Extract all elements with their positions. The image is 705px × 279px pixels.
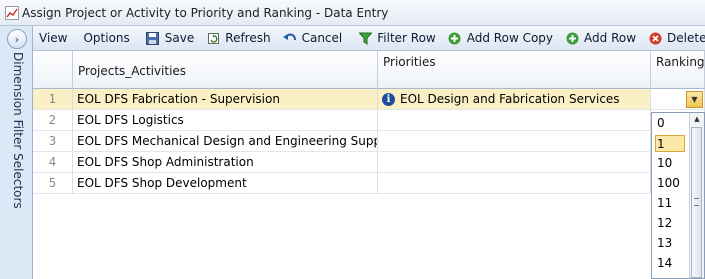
priority-cell[interactable] (378, 131, 651, 152)
plus-circle-icon (448, 31, 462, 45)
toolbar: View Options Save Refresh Cancel Filter … (33, 26, 705, 51)
dropdown-option[interactable]: 14 (656, 255, 686, 272)
dimension-filter-label[interactable]: Dimension Filter Selectors (11, 52, 25, 209)
dimension-filter-label-wrap[interactable]: Dimension Filter Selectors (10, 52, 26, 209)
priority-cell[interactable] (378, 173, 651, 194)
priority-cell[interactable] (378, 152, 651, 173)
project-cell[interactable]: EOL DFS Shop Development (73, 173, 378, 194)
app-chart-icon (5, 5, 19, 20)
filter-row-button[interactable]: Filter Row (352, 28, 442, 49)
add-row-copy-button[interactable]: Add Row Copy (442, 28, 559, 49)
row-number: 5 (33, 173, 73, 194)
table-row[interactable]: 2 EOL DFS Logistics (33, 110, 705, 131)
options-label: Options (83, 31, 130, 45)
options-menu[interactable]: Options (77, 28, 135, 49)
header-projects-label: Projects_Activities (78, 64, 187, 78)
undo-icon (282, 31, 297, 45)
dropdown-option[interactable]: 0 (656, 115, 686, 132)
dropdown-scrollbar[interactable]: ▲ (689, 113, 704, 278)
cancel-button[interactable]: Cancel (277, 28, 349, 49)
row-number: 4 (33, 152, 73, 173)
view-menu[interactable]: View (33, 28, 73, 49)
ranking-dropdown-button[interactable]: ▼ (686, 91, 703, 108)
add-row-button[interactable]: Add Row (559, 28, 642, 49)
grip-icon (694, 198, 699, 206)
filter-row-label: Filter Row (377, 31, 436, 45)
project-cell[interactable]: EOL DFS Shop Administration (73, 152, 378, 173)
row-number: 3 (33, 131, 73, 152)
header-ranking[interactable]: Ranking (651, 51, 705, 89)
header-priorities-label: Priorities (383, 55, 436, 69)
scroll-up-icon[interactable]: ▲ (692, 115, 702, 125)
dropdown-option[interactable]: 11 (656, 195, 686, 212)
delete-label: Delete (667, 31, 705, 45)
project-cell[interactable]: EOL DFS Logistics (73, 110, 378, 131)
save-button[interactable]: Save (140, 28, 200, 49)
table-row[interactable]: 4 EOL DFS Shop Administration (33, 152, 705, 173)
info-icon: i (382, 93, 395, 106)
table-row[interactable]: 3 EOL DFS Mechanical Design and Engineer… (33, 131, 705, 152)
funnel-icon (358, 31, 372, 45)
dropdown-option[interactable]: 100 (656, 175, 686, 192)
priority-cell[interactable]: i EOL Design and Fabrication Services (378, 89, 651, 110)
chevron-right-icon: › (14, 32, 20, 46)
expand-panel-button[interactable]: › (7, 29, 27, 49)
plus-circle-icon (565, 31, 579, 45)
dropdown-option[interactable]: 10 (656, 155, 686, 172)
ranking-dropdown-list[interactable]: 0 1 10 100 11 12 13 14 ▲ (651, 112, 705, 279)
data-grid: Projects_Activities Priorities Ranking 1… (33, 51, 705, 279)
window-title: Assign Project or Activity to Priority a… (22, 5, 389, 20)
refresh-icon (206, 31, 220, 45)
floppy-disk-icon (146, 31, 160, 45)
view-label: View (39, 31, 68, 45)
refresh-label: Refresh (225, 31, 271, 45)
table-row[interactable]: 1 EOL DFS Fabrication - Supervision i EOL… (33, 89, 705, 110)
add-row-copy-label: Add Row Copy (466, 31, 554, 45)
row-number: 2 (33, 110, 73, 131)
scroll-thumb[interactable] (691, 127, 702, 278)
priority-value: EOL Design and Fabrication Services (400, 92, 620, 106)
table-row[interactable]: 5 EOL DFS Shop Development (33, 173, 705, 194)
project-cell[interactable]: EOL DFS Mechanical Design and Engineerin… (73, 131, 378, 152)
dropdown-option[interactable]: 12 (656, 215, 686, 232)
refresh-button[interactable]: Refresh (200, 28, 276, 49)
header-priorities[interactable]: Priorities (378, 51, 651, 89)
dropdown-option[interactable]: 13 (656, 235, 686, 252)
chevron-down-icon: ▼ (691, 95, 698, 104)
header-projects-activities[interactable]: Projects_Activities (73, 51, 378, 89)
cancel-label: Cancel (301, 31, 343, 45)
delete-button[interactable]: Delete (642, 28, 705, 49)
priority-cell[interactable] (378, 110, 651, 131)
project-cell[interactable]: EOL DFS Fabrication - Supervision (73, 89, 378, 110)
add-row-label: Add Row (584, 31, 637, 45)
x-circle-icon (648, 31, 662, 45)
row-number-header (33, 51, 73, 89)
header-ranking-label: Ranking (656, 55, 705, 69)
save-label: Save (164, 31, 195, 45)
dropdown-option-selected[interactable]: 1 (655, 135, 685, 152)
row-number: 1 (33, 89, 73, 110)
title-bar: Assign Project or Activity to Priority a… (0, 0, 705, 26)
